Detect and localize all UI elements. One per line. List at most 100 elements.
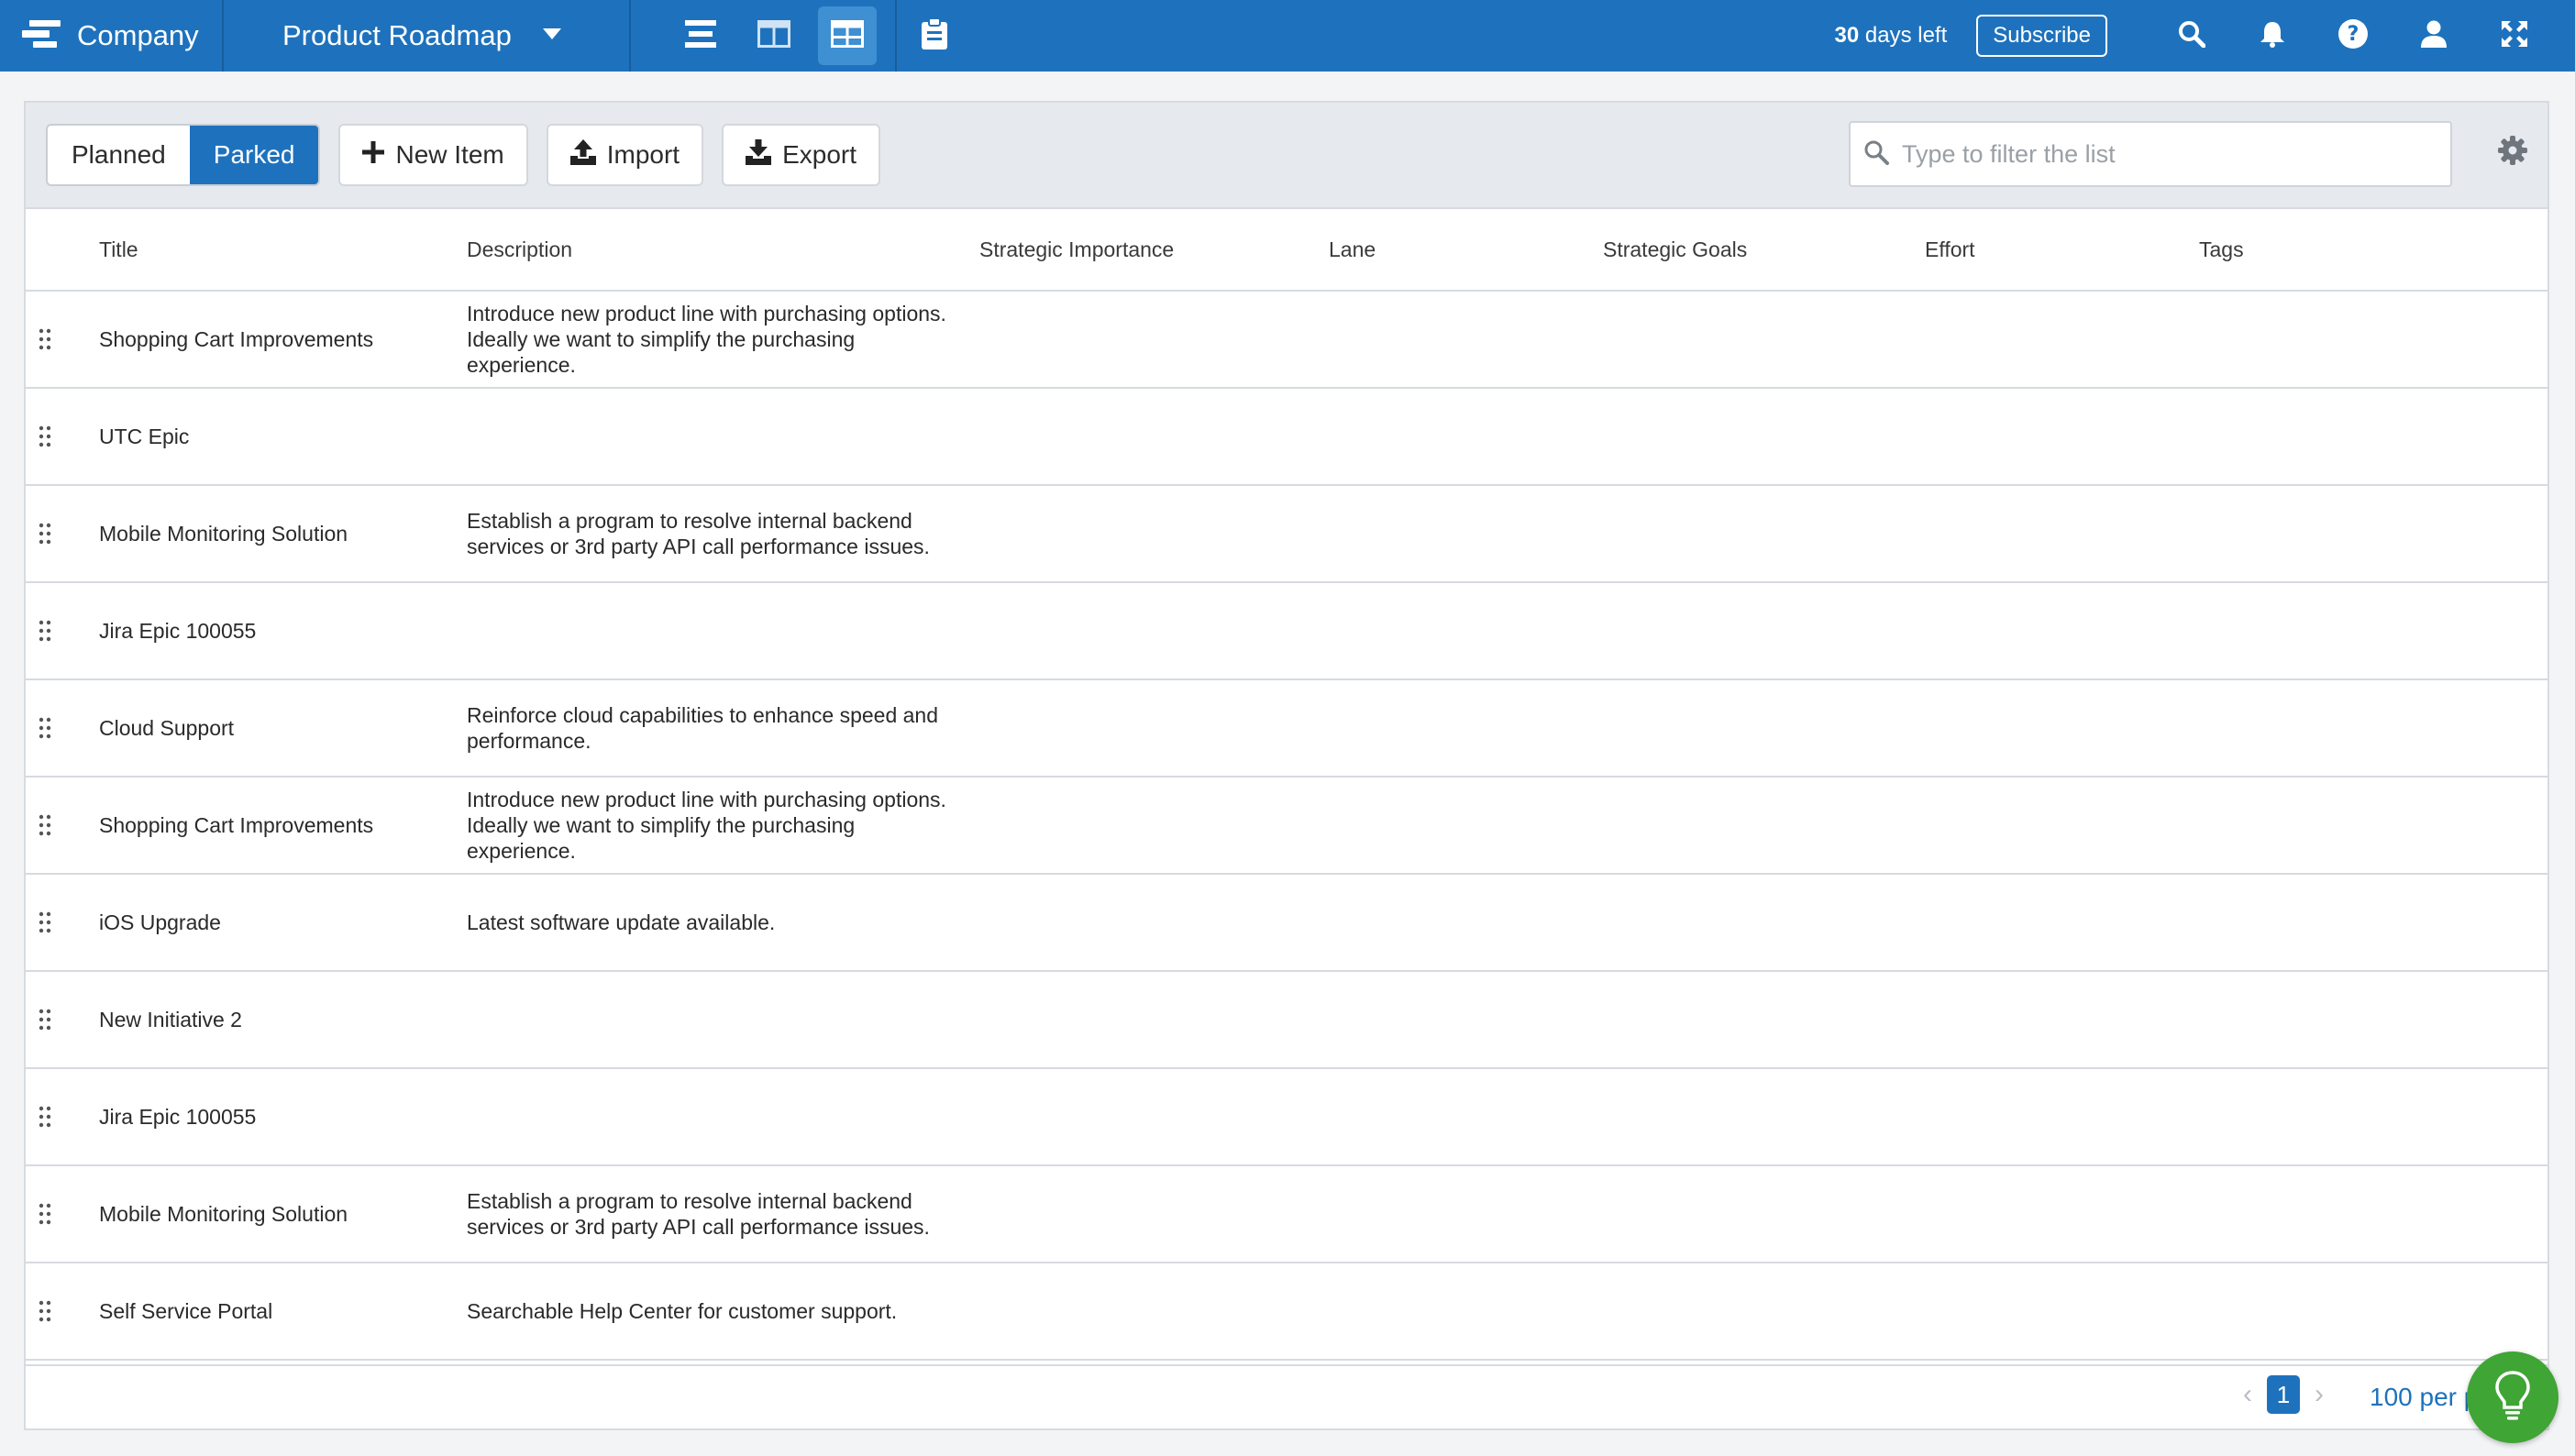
next-page-icon[interactable]: › [2315, 1379, 2324, 1410]
column-header-title[interactable]: Title [99, 237, 138, 262]
new-item-label: New Item [395, 140, 504, 169]
table-row[interactable]: Jira Epic 100055 [26, 583, 2547, 680]
table-row[interactable]: Mobile Monitoring Solution Establish a p… [26, 486, 2547, 583]
plus-icon [362, 140, 385, 170]
filter-field[interactable] [1849, 121, 2452, 187]
drag-handle-icon[interactable] [39, 328, 51, 350]
row-description [467, 583, 962, 678]
column-header-description[interactable]: Description [467, 237, 572, 262]
row-title: UTC Epic [99, 424, 190, 448]
column-header-strategic-goals[interactable]: Strategic Goals [1603, 237, 1747, 262]
table-settings-button[interactable] [2494, 134, 2531, 171]
export-button[interactable]: Export [722, 124, 881, 186]
help-icon: ? [2338, 18, 2368, 53]
gear-icon [2498, 135, 2527, 170]
notifications-button[interactable] [2232, 0, 2313, 72]
search-icon [2178, 20, 2206, 52]
import-button[interactable]: Import [546, 124, 704, 186]
table-row[interactable]: UTC Epic [26, 389, 2547, 486]
import-label: Import [606, 140, 680, 169]
help-center-button[interactable] [2467, 1351, 2558, 1443]
row-description: Introduce new product line with purchasi… [467, 788, 946, 863]
table-row[interactable]: iOS Upgrade Latest software update avail… [26, 875, 2547, 972]
new-item-button[interactable]: New Item [338, 124, 528, 186]
top-navigation-bar: Company Product Roadmap 30 days left Sub… [0, 0, 2575, 72]
row-description [467, 389, 962, 484]
view-switcher [631, 0, 897, 72]
list-view-button[interactable] [671, 6, 730, 65]
clipboard-button[interactable] [897, 0, 972, 72]
lightbulb-icon [2494, 1370, 2531, 1426]
columns-view-icon [757, 19, 790, 52]
company-logo-icon [22, 19, 61, 52]
company-switcher[interactable]: Company [0, 0, 224, 72]
drag-handle-icon[interactable] [39, 1300, 51, 1322]
table-row[interactable]: Cloud Support Reinforce cloud capabiliti… [26, 680, 2547, 778]
planned-parked-toggle: Planned Parked [46, 124, 321, 186]
current-page-button[interactable]: 1 [2267, 1375, 2300, 1414]
table-header-row: Title Description Strategic Importance L… [26, 209, 2547, 292]
export-label: Export [782, 140, 857, 169]
column-header-strategic-importance[interactable]: Strategic Importance [979, 237, 1174, 262]
table-view-button[interactable] [818, 6, 877, 65]
row-title: Mobile Monitoring Solution [99, 521, 348, 546]
row-title: Shopping Cart Improvements [99, 326, 374, 351]
fullscreen-button[interactable] [2474, 0, 2555, 72]
row-title: Mobile Monitoring Solution [99, 1201, 348, 1226]
drag-handle-icon[interactable] [39, 523, 51, 545]
row-description: Searchable Help Center for customer supp… [467, 1299, 898, 1323]
drag-handle-icon[interactable] [39, 814, 51, 836]
table-row[interactable]: Mobile Monitoring Solution Establish a p… [26, 1166, 2547, 1263]
caret-down-icon [542, 28, 561, 44]
row-title: New Initiative 2 [99, 1007, 242, 1031]
roadmap-table-panel: Planned Parked New Item Import Export Ty… [24, 101, 2549, 1430]
drag-handle-icon[interactable] [39, 1106, 51, 1128]
table-row[interactable]: New Initiative 2 [26, 972, 2547, 1069]
profile-button[interactable] [2393, 0, 2474, 72]
table-row[interactable]: Shopping Cart Improvements Introduce new… [26, 292, 2547, 389]
search-icon [1863, 139, 1889, 170]
row-description: Establish a program to resolve internal … [467, 509, 930, 558]
row-title: Cloud Support [99, 715, 235, 740]
drag-handle-icon[interactable] [39, 717, 51, 739]
row-title: Shopping Cart Improvements [99, 812, 374, 837]
previous-page-icon[interactable]: ‹ [2243, 1379, 2252, 1410]
user-icon [2421, 20, 2447, 52]
roadmap-name: Product Roadmap [282, 19, 512, 51]
columns-view-button[interactable] [745, 6, 803, 65]
expand-icon [2502, 20, 2527, 51]
column-header-tags[interactable]: Tags [2199, 237, 2244, 262]
table-row[interactable]: Self Service Portal Searchable Help Cent… [26, 1263, 2547, 1361]
table-view-icon [831, 19, 864, 52]
row-description: Introduce new product line with purchasi… [467, 302, 946, 377]
table-row[interactable]: Jira Epic 100055 [26, 1069, 2547, 1166]
drag-handle-icon[interactable] [39, 911, 51, 933]
pagination: ‹ 1 › [2243, 1375, 2324, 1414]
help-button[interactable]: ? [2313, 0, 2393, 72]
row-title: iOS Upgrade [99, 910, 221, 934]
row-title: Jira Epic 100055 [99, 1104, 257, 1129]
parked-tab[interactable]: Parked [189, 126, 319, 184]
column-header-effort[interactable]: Effort [1925, 237, 1975, 262]
upload-icon [569, 138, 596, 171]
row-description: Reinforce cloud capabilities to enhance … [467, 703, 939, 753]
drag-handle-icon[interactable] [39, 1009, 51, 1031]
company-name: Company [77, 19, 199, 51]
download-icon [746, 138, 772, 171]
filter-input[interactable] [1902, 139, 2434, 169]
svg-text:?: ? [2348, 23, 2359, 46]
table-toolbar: Planned Parked New Item Import Export Ty… [26, 103, 2547, 209]
row-description: Establish a program to resolve internal … [467, 1189, 930, 1239]
search-button[interactable] [2151, 0, 2232, 72]
list-view-icon [685, 19, 716, 52]
drag-handle-icon[interactable] [39, 425, 51, 447]
drag-handle-icon[interactable] [39, 1203, 51, 1225]
trial-days-left: 30 days left [1834, 23, 1948, 48]
roadmap-selector[interactable]: Product Roadmap [224, 0, 631, 72]
column-header-lane[interactable]: Lane [1329, 237, 1376, 262]
table-row[interactable]: Shopping Cart Improvements Introduce new… [26, 778, 2547, 875]
row-title: Self Service Portal [99, 1298, 273, 1323]
subscribe-button[interactable]: Subscribe [1976, 15, 2107, 57]
planned-tab[interactable]: Planned [48, 126, 190, 184]
drag-handle-icon[interactable] [39, 620, 51, 642]
